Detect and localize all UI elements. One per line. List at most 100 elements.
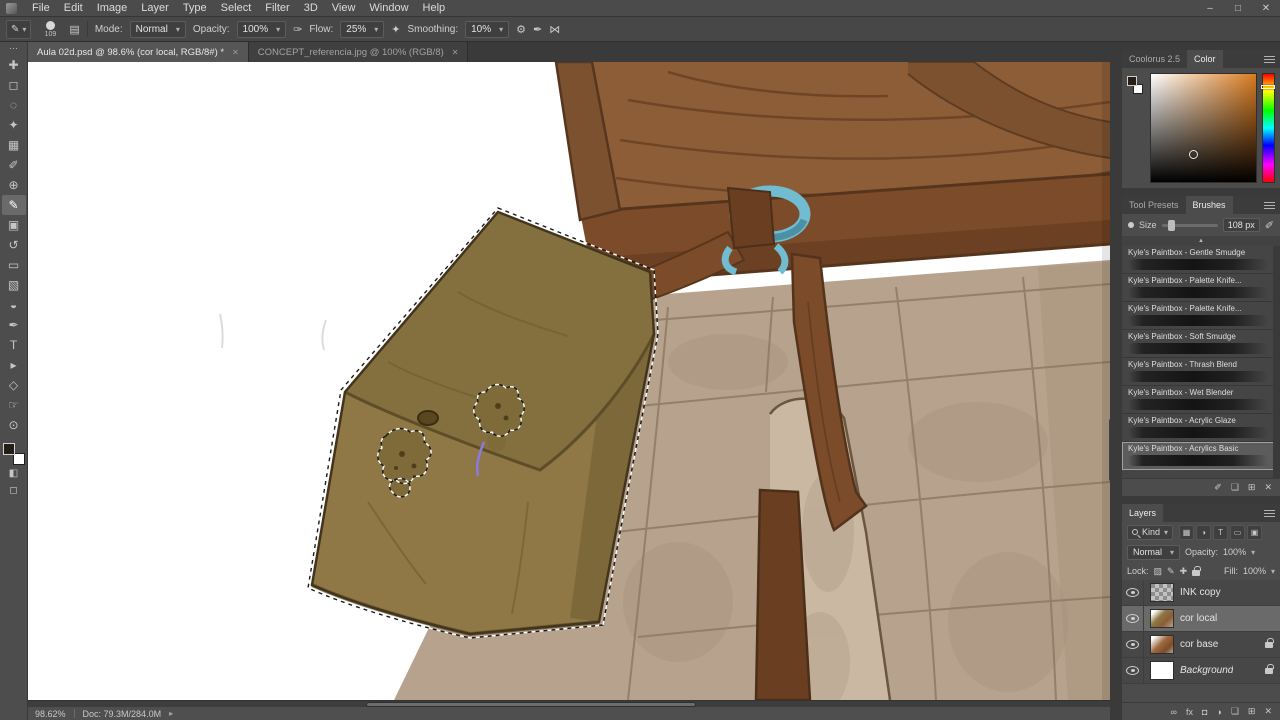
type-tool[interactable]: T <box>2 335 26 355</box>
move-tool[interactable]: ✚ <box>2 55 26 75</box>
zoom-level[interactable]: 98.62% <box>35 709 66 719</box>
history-brush-tool[interactable]: ↺ <box>2 235 26 255</box>
brush-item[interactable]: Kyle's Paintbox - Thrash Blend <box>1122 358 1280 386</box>
layer-visibility-toggle[interactable] <box>1122 580 1144 605</box>
blur-tool[interactable]: ◒ <box>2 295 26 315</box>
airbrush-icon[interactable]: ✦ <box>391 23 400 36</box>
document-tab-aula[interactable]: Aula 02d.psd @ 98.6% (cor local, RGB/8#)… <box>28 42 249 62</box>
screen-mode-button[interactable]: ◻ <box>2 482 26 499</box>
menu-item[interactable]: Filter <box>258 0 296 16</box>
filter-shape-layers-icon[interactable]: ▭ <box>1230 525 1245 540</box>
pressure-opacity-icon[interactable]: ✑ <box>293 23 302 36</box>
brush-list-scrollbar[interactable] <box>1273 246 1280 478</box>
zoom-tool[interactable]: ⊙ <box>2 415 26 435</box>
foreground-color-swatch[interactable] <box>3 443 15 455</box>
marquee-tool[interactable]: ◻ <box>2 75 26 95</box>
brush-preset-picker[interactable]: 109 <box>38 21 62 38</box>
new-layer-icon[interactable]: ⊞ <box>1248 706 1256 717</box>
clone-stamp-tool[interactable]: ▣ <box>2 215 26 235</box>
shape-tool[interactable]: ◇ <box>2 375 26 395</box>
status-options-arrow-icon[interactable]: ▸ <box>169 709 173 718</box>
toolbar-overflow-icon[interactable]: ⋯ <box>9 43 18 55</box>
slider-thumb[interactable] <box>1168 220 1175 231</box>
layer-row-ink-copy[interactable]: INK copy <box>1122 580 1280 606</box>
tab-layers[interactable]: Layers <box>1122 504 1163 522</box>
kind-filter-dropdown[interactable]: Kind ▾ <box>1127 525 1173 540</box>
brush-tool[interactable]: ✎ <box>2 195 26 215</box>
opacity-dropdown[interactable]: 100% ▾ <box>237 21 287 38</box>
lock-paint-icon[interactable]: ✎ <box>1167 566 1175 577</box>
quick-selection-tool[interactable]: ✦ <box>2 115 26 135</box>
foreground-color-swatch[interactable] <box>1127 76 1137 86</box>
menu-item[interactable]: Select <box>214 0 259 16</box>
layer-visibility-toggle[interactable] <box>1122 632 1144 657</box>
pressure-size-icon[interactable]: ✒ <box>533 23 542 36</box>
scrollbar-thumb[interactable] <box>1109 418 1110 482</box>
opacity-value[interactable]: 100% <box>1223 547 1246 557</box>
delete-brush-icon[interactable]: ✕ <box>1264 482 1272 493</box>
layer-blend-mode-dropdown[interactable]: Normal ▾ <box>1127 545 1180 560</box>
tab-brushes[interactable]: Brushes <box>1186 196 1233 214</box>
layer-row-background[interactable]: Background <box>1122 658 1280 684</box>
filter-type-layers-icon[interactable]: T <box>1213 525 1228 540</box>
foreground-background-swatches[interactable] <box>1127 73 1145 183</box>
menu-item[interactable]: Layer <box>134 0 176 16</box>
layer-thumbnail[interactable] <box>1150 635 1174 654</box>
gradient-tool[interactable]: ▧ <box>2 275 26 295</box>
menu-item[interactable]: Image <box>90 0 135 16</box>
crop-tool[interactable]: ▦ <box>2 135 26 155</box>
panel-menu-icon[interactable] <box>1264 56 1275 63</box>
brush-size-slider[interactable] <box>1162 224 1218 227</box>
hue-slider[interactable] <box>1262 73 1275 183</box>
scrollbar-thumb[interactable] <box>366 702 696 707</box>
hue-slider-marker[interactable] <box>1261 85 1275 89</box>
smoothing-dropdown[interactable]: 10% ▾ <box>465 21 509 38</box>
tab-coolorus[interactable]: Coolorus 2.5 <box>1122 50 1187 68</box>
close-button[interactable]: ✕ <box>1252 0 1280 17</box>
lasso-tool[interactable]: ◌ <box>2 95 26 115</box>
pen-tool[interactable]: ✒ <box>2 315 26 335</box>
panel-menu-icon[interactable] <box>1264 510 1275 517</box>
menu-item[interactable]: 3D <box>297 0 325 16</box>
color-picker-cursor[interactable] <box>1189 150 1198 159</box>
eyedropper-tool[interactable]: ✐ <box>2 155 26 175</box>
menu-item[interactable]: Help <box>416 0 453 16</box>
brush-size-value[interactable]: 108 px <box>1223 218 1260 232</box>
flow-dropdown[interactable]: 25% ▾ <box>340 21 384 38</box>
filter-smart-objects-icon[interactable]: ▣ <box>1247 525 1262 540</box>
layer-row-cor-base[interactable]: cor base <box>1122 632 1280 658</box>
paint-symmetry-icon[interactable]: ⋈ <box>549 23 560 36</box>
layer-visibility-toggle[interactable] <box>1122 658 1144 683</box>
document-tab-concept[interactable]: CONCEPT_referencia.jpg @ 100% (RGB/8) ✕ <box>249 42 469 62</box>
tab-color[interactable]: Color <box>1187 50 1223 68</box>
canvas-area[interactable] <box>28 62 1110 700</box>
canvas-vertical-scrollbar[interactable] <box>1102 62 1110 700</box>
adjustment-layer-icon[interactable]: ◑ <box>1216 707 1221 717</box>
smoothing-options-gear-icon[interactable]: ⚙ <box>516 23 526 36</box>
layer-thumbnail[interactable] <box>1150 609 1174 628</box>
brush-item[interactable]: Kyle's Paintbox - Palette Knife... <box>1122 274 1280 302</box>
brush-item[interactable]: Kyle's Paintbox - Wet Blender <box>1122 386 1280 414</box>
restore-button[interactable]: □ <box>1224 0 1252 17</box>
menu-item[interactable]: View <box>325 0 363 16</box>
filter-pixel-layers-icon[interactable]: ▦ <box>1179 525 1194 540</box>
layer-row-cor-local[interactable]: cor local <box>1122 606 1280 632</box>
brush-settings-icon[interactable]: ✐ <box>1214 482 1222 493</box>
panel-menu-icon[interactable] <box>1264 202 1275 209</box>
layer-visibility-toggle[interactable] <box>1122 606 1144 631</box>
lock-all-icon[interactable] <box>1192 570 1200 576</box>
brush-item[interactable]: Kyle's Paintbox - Acrylics Basic <box>1122 442 1280 470</box>
add-mask-icon[interactable]: ◘ <box>1202 707 1207 717</box>
menu-item[interactable]: Window <box>362 0 415 16</box>
new-group-icon[interactable]: ❏ <box>1231 482 1239 493</box>
menu-item[interactable]: Type <box>176 0 214 16</box>
hand-tool[interactable]: ☞ <box>2 395 26 415</box>
foreground-background-swatches[interactable] <box>3 443 25 465</box>
tab-tool-presets[interactable]: Tool Presets <box>1122 196 1186 214</box>
saturation-brightness-field[interactable] <box>1150 73 1257 183</box>
brush-item[interactable]: Kyle's Paintbox - Acrylic Glaze <box>1122 414 1280 442</box>
brush-item[interactable]: Kyle's Paintbox - Palette Knife... <box>1122 302 1280 330</box>
layer-thumbnail[interactable] <box>1150 583 1174 602</box>
tab-close-icon[interactable]: ✕ <box>452 48 459 57</box>
healing-brush-tool[interactable]: ⊕ <box>2 175 26 195</box>
